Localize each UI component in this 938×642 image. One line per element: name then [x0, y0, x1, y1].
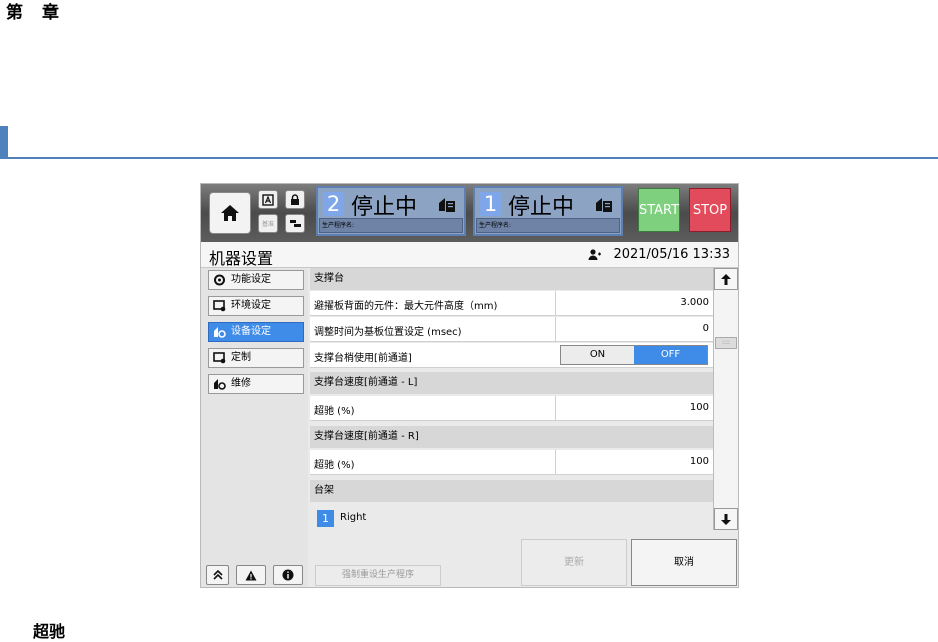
title-bar: 机器设置 2021/05/16 13:33: [201, 242, 738, 268]
start-button[interactable]: START: [638, 188, 680, 232]
auto-mode-icon: [262, 193, 274, 206]
section-header-bar: [0, 126, 938, 159]
production-icon: [596, 198, 612, 212]
sidebar-item-repair[interactable]: 维修: [208, 374, 304, 394]
setting-value-input[interactable]: 3.000: [555, 291, 713, 315]
lock-button[interactable]: [285, 190, 305, 209]
reference-button[interactable]: 基准: [258, 214, 278, 233]
scroll-down-button[interactable]: [714, 508, 738, 530]
setting-label: 超驰 (%): [314, 406, 355, 417]
program-name-field: 生产程序名:: [476, 218, 620, 233]
lane-status: 停止中: [351, 195, 418, 220]
sidebar-item-label: 定制: [231, 352, 251, 363]
toggle-on[interactable]: ON: [561, 346, 634, 364]
lane-1-status-panel: 1 停止中 生产程序名:: [473, 186, 623, 236]
setting-label: 支撑台梢使用[前通道]: [314, 353, 412, 364]
sidebar-item-environment-settings[interactable]: 环境设定: [208, 296, 304, 316]
update-button[interactable]: 更新: [521, 539, 627, 586]
custom-icon: [213, 352, 226, 364]
operator-icon: [588, 249, 601, 260]
on-off-toggle[interactable]: ON OFF: [560, 345, 708, 365]
force-reset-program-button[interactable]: 强制重设生产程序: [315, 565, 441, 586]
lane-number: 2: [323, 192, 344, 216]
sidebar: 功能设定 环境设定 设备设定 定制 维修: [201, 268, 308, 587]
monitor-icon: [213, 300, 226, 312]
device-icon: [214, 327, 226, 338]
collapse-button[interactable]: [206, 565, 229, 585]
conveyor-icon: [289, 220, 301, 227]
toggle-off[interactable]: OFF: [634, 346, 707, 364]
section-support-table: 支撑台: [310, 268, 713, 290]
repair-icon: [214, 379, 226, 390]
setting-row-override-left[interactable]: 超驰 (%) 100: [310, 396, 713, 421]
setting-value-input[interactable]: 0: [555, 317, 713, 341]
auto-mode-button[interactable]: [258, 190, 278, 209]
section-stand: 台架: [310, 480, 713, 502]
datetime: 2021/05/16 13:33: [613, 247, 730, 262]
setting-label: 调整时间为基板位置设定 (msec): [314, 327, 462, 338]
setting-row-override-right[interactable]: 超驰 (%) 100: [310, 450, 713, 475]
chapter-heading: 第 章: [6, 3, 60, 23]
program-name-field: 生产程序名:: [319, 218, 463, 233]
subsection-heading: 超驰: [33, 622, 66, 641]
section-speed-right: 支撑台速度[前通道 - R]: [310, 426, 713, 448]
sidebar-item-function-settings[interactable]: 功能设定: [208, 270, 304, 290]
sidebar-item-label: 功能设定: [231, 274, 271, 285]
section-speed-left: 支撑台速度[前通道 - L]: [310, 372, 713, 394]
arrow-down-icon: [721, 513, 731, 525]
warning-icon: [245, 570, 257, 580]
lock-icon: [291, 193, 299, 205]
setting-label: 超驰 (%): [314, 460, 355, 471]
scroll-thumb[interactable]: ::::: [715, 337, 737, 349]
home-icon: [221, 205, 239, 221]
lane-number-badge: 1: [317, 510, 334, 527]
page-title: 机器设置: [209, 249, 274, 268]
top-toolbar: 基准 2 停止中 生产程序名: 1 停止中 生产程序名: START STOP: [201, 184, 738, 242]
sidebar-item-label: 环境设定: [231, 300, 271, 311]
arrow-up-icon: [721, 273, 731, 285]
sidebar-item-device-settings[interactable]: 设备设定: [208, 322, 304, 342]
info-button[interactable]: [273, 565, 303, 585]
lane-status: 停止中: [508, 195, 575, 220]
section-accent: [0, 126, 8, 159]
sidebar-item-custom[interactable]: 定制: [208, 348, 304, 368]
conveyor-button[interactable]: [285, 214, 305, 233]
double-chevron-up-icon: [212, 570, 223, 580]
home-button[interactable]: [209, 192, 251, 234]
alarm-button[interactable]: [236, 565, 266, 585]
scroll-up-button[interactable]: [714, 268, 738, 290]
sidebar-item-label: 维修: [231, 378, 251, 389]
sidebar-item-label: 设备设定: [231, 326, 271, 337]
lane-number: 1: [480, 192, 501, 216]
lane-2-status-panel: 2 停止中 生产程序名:: [316, 186, 466, 236]
info-icon: [282, 569, 294, 581]
vertical-scrollbar[interactable]: ::::: [713, 268, 738, 530]
setting-row-adjust-time[interactable]: 调整时间为基板位置设定 (msec) 0: [310, 317, 713, 342]
setting-row-max-component-height[interactable]: 避擢板背面的元件：最大元件高度（mm) 3.000: [310, 291, 713, 316]
gear-icon: [214, 274, 225, 286]
setting-label: 避擢板背面的元件：最大元件高度（mm): [314, 301, 498, 312]
lane-side-label: Right: [340, 512, 367, 523]
cancel-button[interactable]: 取消: [631, 539, 737, 586]
stop-button[interactable]: STOP: [689, 188, 731, 232]
setting-value-input[interactable]: 100: [555, 396, 713, 420]
setting-value-input[interactable]: 100: [555, 450, 713, 474]
section-underline: [8, 157, 938, 159]
production-icon: [439, 198, 455, 212]
setting-row-support-pin: 支撑台梢使用[前通道] ON OFF: [310, 343, 713, 368]
machine-ui-screenshot: 基准 2 停止中 生产程序名: 1 停止中 生产程序名: START STOP …: [200, 183, 739, 588]
